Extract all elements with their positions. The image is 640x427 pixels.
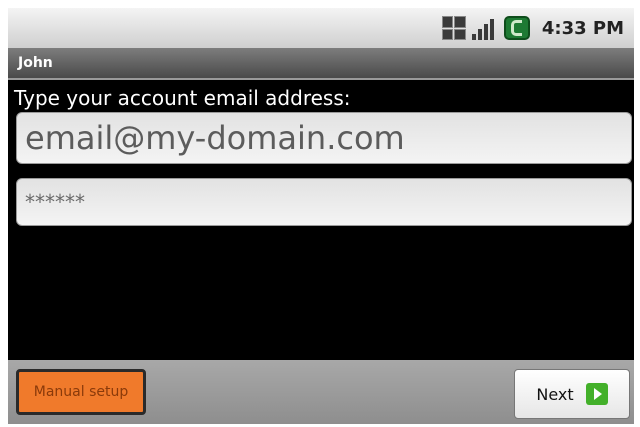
bottom-action-bar: Manual setup Next: [8, 360, 634, 424]
password-field[interactable]: [25, 190, 631, 214]
status-bar: 4:33 PM: [8, 8, 634, 48]
email-prompt-label: Type your account email address:: [14, 86, 351, 110]
battery-icon: [503, 16, 530, 40]
sim-icon: [441, 16, 466, 40]
title-bar: John: [8, 48, 634, 80]
email-field-container[interactable]: [16, 112, 632, 164]
manual-setup-button[interactable]: Manual setup: [16, 369, 146, 415]
next-button[interactable]: Next: [514, 369, 630, 419]
manual-setup-label: Manual setup: [33, 384, 129, 400]
next-label: Next: [536, 384, 574, 404]
device-screen: 4:33 PM John Type your account email add…: [8, 8, 634, 424]
email-field[interactable]: [25, 119, 631, 157]
page-title: John: [18, 55, 53, 71]
status-clock: 4:33 PM: [541, 17, 624, 39]
password-field-container[interactable]: [16, 178, 632, 226]
arrow-right-icon: [585, 383, 608, 405]
signal-icon: [471, 16, 498, 40]
